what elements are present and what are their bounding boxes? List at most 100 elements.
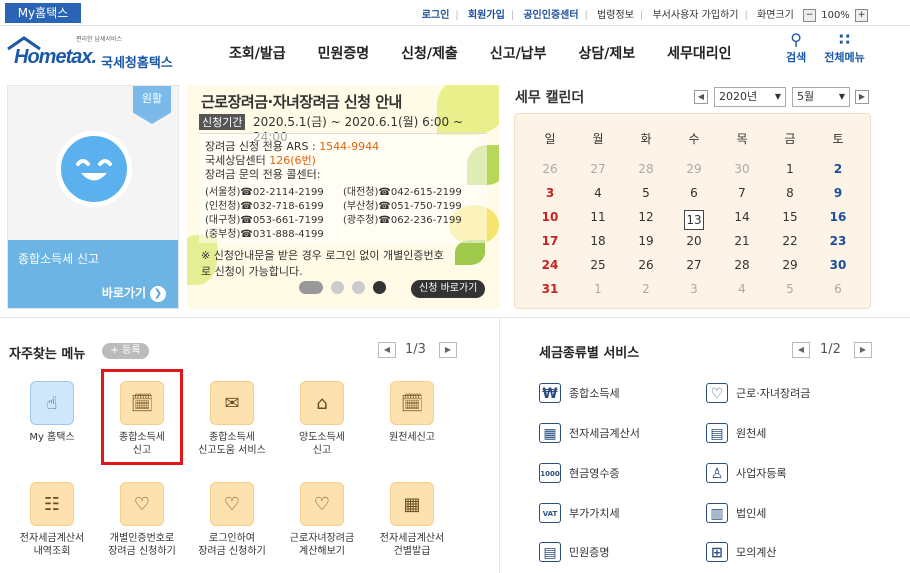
calendar-day[interactable]: 30 [727, 162, 757, 176]
calendar-day[interactable]: 29 [679, 162, 709, 176]
calendar-day[interactable]: 8 [775, 186, 805, 200]
incentive-banner[interactable]: 근로장려금·자녀장려금 신청 안내 신청기간 2020.5.1(금) ~ 202… [187, 85, 499, 309]
tax-service-item[interactable]: ▤ 원천세 [706, 423, 766, 443]
favorite-item[interactable]: ♡ 로그인하여 장려금 신청하기 [187, 482, 277, 558]
calendar-day[interactable]: 15 [775, 210, 805, 224]
calendar-day[interactable]: 6 [679, 186, 709, 200]
search-button[interactable]: ⚲ 검색 [786, 31, 806, 65]
calendar-day[interactable]: 11 [583, 210, 613, 224]
calendar-today[interactable]: 13 [679, 210, 709, 230]
calendar-day[interactable]: 12 [631, 210, 661, 224]
register-button[interactable]: + 등록 [102, 343, 149, 359]
income-tax-quick-box[interactable]: 원활 종합소득세 신고 바로가기 ❯ [7, 85, 179, 309]
main-header: 편리한 납세서비스 Hometax. 국세청홈택스 조회/발급 민원증명 신청/… [0, 27, 910, 81]
favorite-item[interactable]: ♡ 근로자녀장려금 계산해보기 [277, 482, 367, 558]
calendar-day[interactable]: 26 [535, 162, 565, 176]
tax-service-item[interactable]: ♙ 사업자등록 [706, 463, 787, 483]
calendar-day[interactable]: 4 [583, 186, 613, 200]
calendar-day[interactable]: 4 [727, 282, 757, 296]
calendar-day[interactable]: 10 [535, 210, 565, 224]
calendar-day[interactable]: 23 [823, 234, 853, 248]
global-nav: 조회/발급 민원증명 신청/제출 신고/납부 상담/제보 세무대리인 [213, 43, 748, 63]
calendar-day[interactable]: 5 [775, 282, 805, 296]
favorites-prev-button[interactable]: ◀ [378, 342, 396, 358]
law-info-link[interactable]: 법령정보 [597, 10, 634, 21]
hometax-logo[interactable]: 편리한 납세서비스 Hometax. 국세청홈택스 [6, 32, 176, 72]
favorite-item[interactable]: ✉ 종합소득세 신고도움 서비스 [187, 381, 277, 457]
prev-year-button[interactable]: ◀ [694, 90, 708, 104]
calendar-day[interactable]: 1 [583, 282, 613, 296]
calendar-day[interactable]: 24 [535, 258, 565, 272]
calendar-day[interactable]: 27 [583, 162, 613, 176]
calendar-day[interactable]: 18 [583, 234, 613, 248]
nav-report-pay[interactable]: 신고/납부 [474, 43, 563, 63]
calendar-day[interactable]: 1 [775, 162, 805, 176]
calendar-day[interactable]: 5 [631, 186, 661, 200]
next-month-button[interactable]: ▶ [855, 90, 869, 104]
tax-service-item[interactable]: VAT 부가가치세 [539, 503, 620, 523]
favorite-item[interactable]: ▦ 전자세금계산서 건별발급 [367, 482, 457, 558]
calendar-day[interactable]: 2 [823, 162, 853, 176]
favorite-item[interactable]: 🗓 원천세신고 [367, 381, 457, 444]
calendar-day[interactable]: 3 [535, 186, 565, 200]
calendar-day[interactable]: 21 [727, 234, 757, 248]
calendar-day[interactable]: 28 [631, 162, 661, 176]
favorite-item[interactable]: ☷ 전자세금계산서 내역조회 [7, 482, 97, 558]
calendar-day[interactable]: 9 [823, 186, 853, 200]
nav-civil-certificate[interactable]: 민원증명 [302, 43, 386, 63]
nav-tax-agent[interactable]: 세무대리인 [651, 43, 747, 63]
calendar-day[interactable]: 29 [775, 258, 805, 272]
calendar-day[interactable]: 22 [775, 234, 805, 248]
calendar-day[interactable]: 3 [679, 282, 709, 296]
nav-apply-submit[interactable]: 신청/제출 [385, 43, 474, 63]
zoom-in-button[interactable]: + [855, 8, 868, 22]
apply-shortcut-button[interactable]: 신청 바로가기 [411, 280, 486, 298]
slide-indicator[interactable] [352, 281, 365, 294]
tax-service-icon: ♡ [706, 383, 728, 403]
calendar-day[interactable]: 14 [727, 210, 757, 224]
month-select[interactable]: 5월 ▼ [792, 87, 850, 107]
signup-link[interactable]: 회원가입 [468, 10, 505, 21]
calendar-day[interactable]: 20 [679, 234, 709, 248]
tax-service-item[interactable]: ⊞ 모의계산 [706, 542, 776, 562]
zoom-out-button[interactable]: − [803, 8, 817, 22]
favorite-item[interactable]: ⌂ 양도소득세 신고 [277, 381, 367, 457]
calendar-day[interactable]: 31 [535, 282, 565, 296]
calendar-day[interactable]: 7 [727, 186, 757, 200]
tax-calendar-title: 세무 캘린더 [515, 90, 585, 106]
tax-service-item[interactable]: 1000 현금영수증 [539, 463, 620, 483]
tax-service-item[interactable]: ♡ 근로·자녀장려금 [706, 383, 810, 403]
favorites-next-button[interactable]: ▶ [439, 342, 457, 358]
nav-consult-report[interactable]: 상담/제보 [562, 43, 651, 63]
tax-service-item[interactable]: ▦ 전자세금계산서 [539, 423, 640, 443]
pause-icon[interactable] [373, 281, 386, 294]
calendar-day[interactable]: 30 [823, 258, 853, 272]
go-link[interactable]: 바로가기 ❯ [102, 284, 166, 302]
cert-center-link[interactable]: 공인인증센터 [523, 10, 578, 21]
calendar-day[interactable]: 26 [631, 258, 661, 272]
year-select[interactable]: 2020년 ▼ [714, 87, 786, 107]
calendar-day[interactable]: 6 [823, 282, 853, 296]
tax-next-button[interactable]: ▶ [854, 342, 872, 358]
calendar-day[interactable]: 28 [727, 258, 757, 272]
calendar-day[interactable]: 27 [679, 258, 709, 272]
slide-indicator[interactable] [331, 281, 344, 294]
calendar-day[interactable]: 25 [583, 258, 613, 272]
calendar-day[interactable]: 17 [535, 234, 565, 248]
login-link[interactable]: 로그인 [422, 10, 450, 21]
slide-indicator-active[interactable] [299, 281, 323, 294]
tax-service-item[interactable]: ▥ 법인세 [706, 503, 766, 523]
tax-prev-button[interactable]: ◀ [792, 342, 810, 358]
all-menu-button[interactable]: ∷ 전체메뉴 [824, 31, 864, 65]
calendar-day[interactable]: 2 [631, 282, 661, 296]
calendar-day[interactable]: 16 [823, 210, 853, 224]
tax-service-item[interactable]: ▤ 민원증명 [539, 542, 609, 562]
nav-inquiry-issue[interactable]: 조회/발급 [213, 43, 302, 63]
calendar-day[interactable]: 19 [631, 234, 661, 248]
favorite-item[interactable]: ☝ My 홈택스 [7, 381, 97, 444]
my-hometax-tab[interactable]: My홈택스 [5, 3, 81, 23]
favorite-item[interactable]: ♡ 개별인증번호로 장려금 신청하기 [97, 482, 187, 558]
tax-service-item[interactable]: ₩ 종합소득세 [539, 383, 620, 403]
tax-service-label: 종합소득세 [569, 387, 620, 400]
dept-user-signup-link[interactable]: 부서사용자 가입하기 [652, 10, 738, 21]
